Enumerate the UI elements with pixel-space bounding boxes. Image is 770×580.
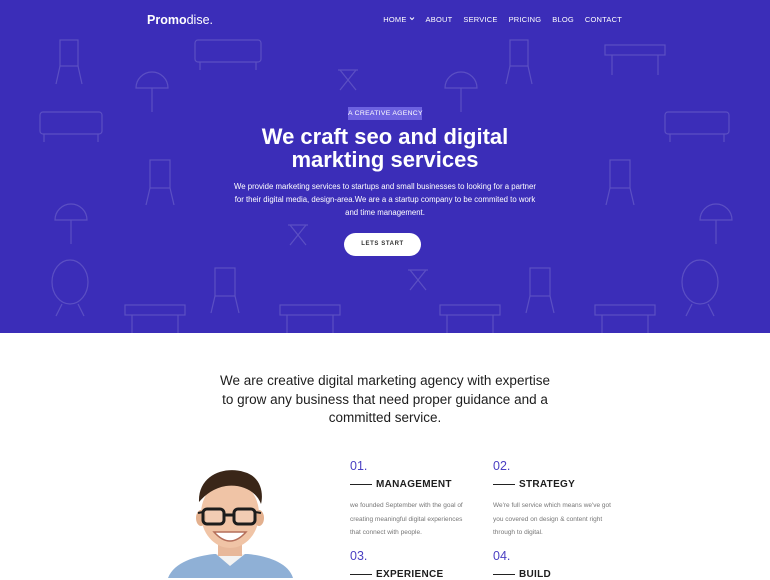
feature-description: we founded September with the goal of cr… <box>350 499 475 540</box>
intro-line: to grow any business that need proper gu… <box>222 391 548 407</box>
feature-divider <box>493 574 515 575</box>
brand-bold: Promo <box>147 13 187 27</box>
brand-logo[interactable]: Promodise. <box>147 13 213 27</box>
feature-number: 04. <box>493 549 511 563</box>
feature-title: STRATEGY <box>519 479 576 490</box>
feature-divider <box>493 484 515 485</box>
pattern-table <box>124 304 186 333</box>
feature-build: 04. BUILD <box>493 549 551 580</box>
intro-text: We are creative digital marketing agency… <box>200 372 570 428</box>
pattern-sofa <box>39 111 103 142</box>
pattern-chair <box>55 39 83 85</box>
feature-experience: 03. EXPERIENCE <box>350 549 443 580</box>
hero-title-line: We craft seo and digital <box>261 124 509 149</box>
nav-menu: HOME ABOUT SERVICE PRICING BLOG CONTACT <box>383 15 622 24</box>
feature-strategy: 02. STRATEGY We're full service which me… <box>493 459 618 540</box>
hero-section: Promodise. HOME ABOUT SERVICE PRICING BL… <box>0 0 770 333</box>
pattern-stool <box>408 269 428 291</box>
feature-number: 03. <box>350 549 368 563</box>
feature-title: MANAGEMENT <box>376 479 452 490</box>
pattern-lamp <box>699 203 733 244</box>
intro-line: committed service. <box>328 410 442 425</box>
feature-desc-line: we founded September with the goal of <box>350 502 463 509</box>
pattern-table <box>594 304 656 333</box>
nav-item-contact[interactable]: CONTACT <box>585 15 622 24</box>
feature-desc-line: you covered on design & content right <box>493 515 603 523</box>
nav-item-label: HOME <box>383 15 407 24</box>
nav-item-about[interactable]: ABOUT <box>426 15 453 24</box>
person-photo <box>168 462 293 578</box>
feature-title: BUILD <box>519 569 552 580</box>
pattern-chair <box>505 39 533 85</box>
lets-start-button[interactable]: LETS START <box>344 233 421 256</box>
feature-desc-line: that connect with people. <box>350 529 422 536</box>
nav-item-service[interactable]: SERVICE <box>463 15 497 24</box>
feature-divider <box>350 484 372 485</box>
feature-desc-line: through to digital. <box>493 529 543 536</box>
pattern-stool <box>338 69 358 91</box>
hero-desc-line: We provide marketing services to startup… <box>234 182 536 191</box>
feature-heading: EXPERIENCE <box>350 569 443 580</box>
pattern-stool <box>288 224 308 246</box>
hero-title-line: markting services <box>291 147 479 172</box>
hero-description: We provide marketing services to startup… <box>222 180 548 219</box>
agency-badge: A CREATIVE AGENCY <box>348 107 423 120</box>
nav-item-home[interactable]: HOME <box>383 15 414 24</box>
intro-line: We are creative digital marketing agency… <box>220 373 550 388</box>
feature-desc-line: We're full service which means we've got <box>493 502 611 509</box>
pattern-table <box>604 44 666 75</box>
hero-title: We craft seo and digital markting servic… <box>210 125 560 171</box>
pattern-chair <box>605 159 635 206</box>
feature-number: 01. <box>350 459 368 473</box>
feature-description: We're full service which means we've got… <box>493 499 618 540</box>
pattern-table <box>279 304 341 333</box>
pattern-egg-chair <box>681 259 719 317</box>
nav-item-pricing[interactable]: PRICING <box>509 15 542 24</box>
nav-item-blog[interactable]: BLOG <box>552 15 574 24</box>
pattern-sofa <box>194 39 262 70</box>
pattern-table <box>439 304 501 333</box>
pattern-lamp <box>135 71 169 112</box>
pattern-chair <box>145 159 175 206</box>
pattern-lamp <box>54 203 88 244</box>
feature-heading: BUILD <box>493 569 551 580</box>
feature-heading: STRATEGY <box>493 479 618 490</box>
pattern-egg-chair <box>51 259 89 317</box>
chevron-down-icon <box>407 15 415 24</box>
pattern-chair <box>210 267 240 314</box>
hero-desc-line: and time management. <box>345 208 425 217</box>
feature-heading: MANAGEMENT <box>350 479 475 490</box>
feature-divider <box>350 574 372 575</box>
pattern-lamp <box>444 71 478 112</box>
brand-light: dise. <box>186 13 213 27</box>
hero-desc-line: for their digital media, design-area.We … <box>234 195 536 204</box>
feature-title: EXPERIENCE <box>376 569 444 580</box>
pattern-chair <box>525 267 555 314</box>
top-nav: Promodise. HOME ABOUT SERVICE PRICING BL… <box>0 0 770 40</box>
pattern-sofa <box>664 111 730 142</box>
feature-desc-line: creating meaningful digital experiences <box>350 515 463 523</box>
feature-number: 02. <box>493 459 511 473</box>
feature-management: 01. MANAGEMENT we founded September with… <box>350 459 475 540</box>
